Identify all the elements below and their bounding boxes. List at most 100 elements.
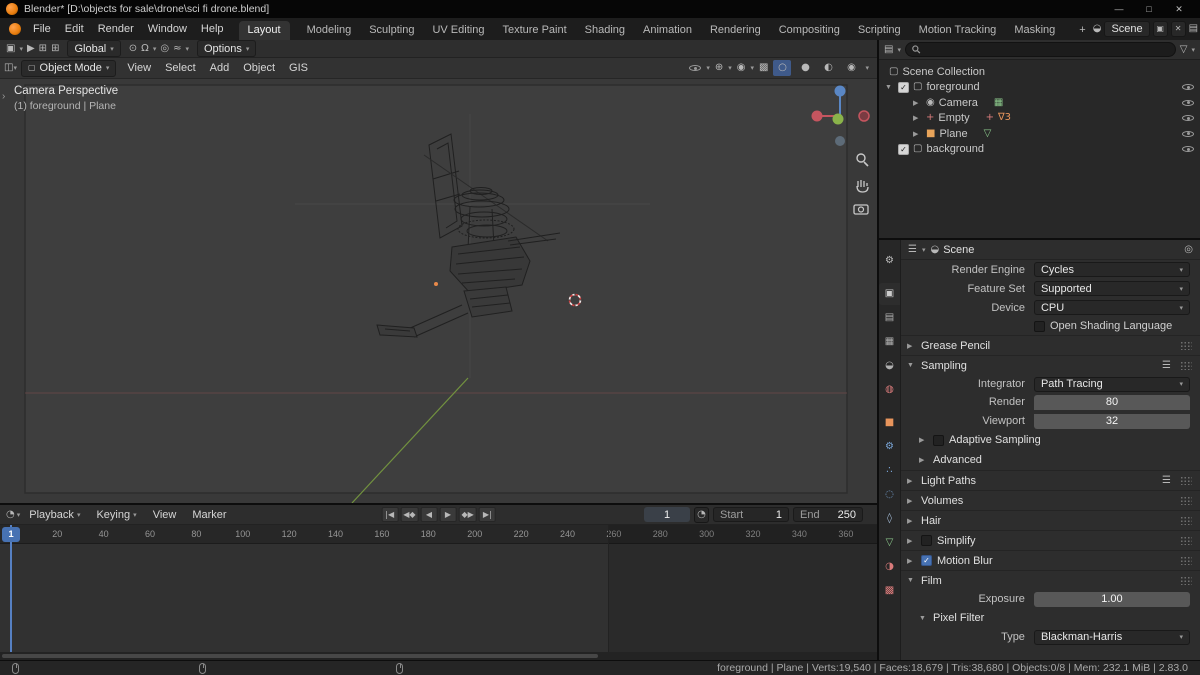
properties-tab[interactable]: ◍ <box>879 379 900 401</box>
minimize-button[interactable]: — <box>1104 1 1134 17</box>
viewport-3d[interactable]: › Camera Perspective (1) foreground | Pl… <box>0 79 877 503</box>
disclosure-triangle-icon[interactable]: ▶ <box>913 130 922 138</box>
marker-menu[interactable]: Marker <box>185 509 233 521</box>
outliner-row-scene-collection[interactable]: ▢ Scene Collection <box>879 64 1200 80</box>
timeline-scrollbar[interactable] <box>0 652 877 660</box>
panel-header-grease-pencil[interactable]: ▶ Grease Pencil <box>901 335 1200 355</box>
properties-tab[interactable]: ◊ <box>879 508 900 530</box>
frame-start-field[interactable]: Start 1 <box>713 507 789 522</box>
properties-tab[interactable]: ◑ <box>879 556 900 578</box>
hide-eye-icon[interactable] <box>1182 128 1194 139</box>
viewport-menu-item[interactable]: Add <box>203 62 237 74</box>
panel-drag-grip[interactable] <box>1180 516 1192 525</box>
pin-icon[interactable]: ◎ <box>1184 244 1193 255</box>
transform-pivot-icon[interactable]: ⊞ <box>39 43 47 54</box>
snap-target-icon[interactable]: ⊙ <box>129 43 137 54</box>
panel-drag-grip[interactable] <box>1180 576 1192 585</box>
xray-toggle-icon[interactable]: ▩ <box>759 63 768 73</box>
add-workspace-button[interactable]: + <box>1072 21 1092 40</box>
panel-header-advanced[interactable]: ▶ Advanced <box>901 450 1200 470</box>
workspace-tab[interactable]: Texture Paint <box>493 21 575 40</box>
workspace-tab[interactable]: Motion Tracking <box>910 21 1006 40</box>
options-dropdown[interactable]: Options ▾ <box>196 40 257 57</box>
auto-keying-stopwatch-icon[interactable]: ◔ <box>694 506 709 523</box>
collection-name[interactable]: background <box>926 143 984 155</box>
menu-item[interactable]: File <box>26 18 58 40</box>
panel-header-sampling[interactable]: ▼ Sampling ☰ <box>901 355 1200 375</box>
window-titlebar[interactable]: Blender* [D:\objects for sale\drone\sci … <box>0 0 1200 18</box>
outliner-row-foreground[interactable]: ▼ ✓ ▢ foreground <box>879 80 1200 96</box>
viewport-canvas[interactable] <box>0 79 877 503</box>
panel-header-light-paths[interactable]: ▶ Light Paths ☰ <box>901 470 1200 490</box>
timeline-scrub-area[interactable]: 20 40 60 80 100 120 140 160 180 200 220 … <box>0 525 877 660</box>
menu-item[interactable]: Edit <box>58 18 91 40</box>
axis-y-handle[interactable] <box>832 113 844 125</box>
collection-checkbox[interactable]: ✓ <box>898 81 909 93</box>
transform-grid-icon[interactable]: ⊞ <box>51 43 59 54</box>
new-scene-button[interactable]: ▣ <box>1152 21 1168 37</box>
disclosure-triangle-icon[interactable]: ▶ <box>913 99 922 107</box>
jump-to-end-button[interactable]: ▶| <box>478 507 496 522</box>
editor-type-icon[interactable]: ☰ <box>908 244 917 255</box>
panel-drag-grip[interactable] <box>1180 476 1192 485</box>
shading-wireframe-button[interactable]: ○ <box>773 60 792 76</box>
panel-drag-grip[interactable] <box>1180 556 1192 565</box>
panel-header-pixel-filter[interactable]: ▼ Pixel Filter <box>901 608 1200 628</box>
editor-type-icon[interactable]: ◔ <box>6 509 15 520</box>
properties-tab[interactable]: ▦ <box>879 331 900 353</box>
menu-item[interactable]: Render <box>91 18 141 40</box>
view-menu[interactable]: View <box>146 509 184 521</box>
object-name[interactable]: Plane <box>939 128 967 140</box>
current-frame-marker[interactable]: 1 <box>2 527 20 542</box>
collection-checkbox[interactable]: ✓ <box>898 143 909 155</box>
scrollbar-thumb[interactable] <box>2 654 599 658</box>
panel-header-film[interactable]: ▼ Film <box>901 570 1200 590</box>
menu-item[interactable]: Help <box>194 18 231 40</box>
properties-tab[interactable]: ■ <box>879 412 900 434</box>
playhead-line[interactable] <box>10 525 12 652</box>
outliner-row-empty[interactable]: ▶ + Empty + ∇3 <box>879 111 1200 127</box>
panel-drag-grip[interactable] <box>1180 536 1192 545</box>
workspace-tab[interactable]: Masking <box>1005 21 1064 40</box>
maximize-button[interactable]: □ <box>1134 1 1164 17</box>
orientation-dropdown[interactable]: Global ▾ <box>67 40 121 57</box>
object-name[interactable]: Camera <box>939 97 978 109</box>
motion-blur-checkbox[interactable]: ✓ <box>921 555 932 566</box>
workspace-tab[interactable]: Animation <box>634 21 701 40</box>
collection-name[interactable]: foreground <box>926 81 979 93</box>
properties-tab[interactable]: ▩ <box>879 580 900 602</box>
jump-to-next-keyframe-button[interactable]: ◆▶ <box>458 507 477 522</box>
frame-end-field[interactable]: End 250 <box>793 507 863 522</box>
panel-header-adaptive-sampling[interactable]: ▶ Adaptive Sampling <box>901 430 1200 450</box>
editor-type-icon[interactable]: ◫ <box>4 63 13 73</box>
panel-header-hair[interactable]: ▶ Hair <box>901 510 1200 530</box>
properties-tab[interactable]: ⚙ <box>879 250 900 272</box>
snap-magnet-icon[interactable]: Ω <box>141 43 149 54</box>
menu-item[interactable]: Window <box>141 18 194 40</box>
osl-checkbox[interactable] <box>1033 320 1045 332</box>
adaptive-sampling-checkbox[interactable] <box>933 434 944 446</box>
play-button[interactable]: ▶ <box>439 507 457 522</box>
simplify-checkbox[interactable] <box>921 535 932 546</box>
filter-icon[interactable]: ▽ <box>1180 44 1188 55</box>
device-dropdown[interactable]: CPU ▾ <box>1033 300 1190 315</box>
jump-to-start-button[interactable]: |◀ <box>381 507 399 522</box>
axis-z-negative-handle[interactable] <box>835 136 845 146</box>
viewport-menu-item[interactable]: Select <box>158 62 203 74</box>
hide-eye-icon[interactable] <box>1182 113 1194 124</box>
properties-tab[interactable]: ▣ <box>879 283 900 305</box>
toolbar-toggle-arrow[interactable]: › <box>2 91 5 102</box>
visibility-eye-icon[interactable] <box>689 63 702 74</box>
workspace-tab[interactable]: Compositing <box>770 21 849 40</box>
shading-solid-button[interactable]: ● <box>796 60 814 76</box>
object-name[interactable]: Empty <box>938 112 969 124</box>
play-reverse-button[interactable]: ◀ <box>420 507 438 522</box>
editor-type-icon[interactable]: ▤ <box>884 44 893 55</box>
active-tool-icon[interactable]: ▶ <box>27 43 35 54</box>
blender-menu-button[interactable] <box>4 18 26 40</box>
panel-drag-grip[interactable] <box>1180 341 1192 350</box>
properties-tab[interactable]: ◒ <box>879 355 900 377</box>
axis-x-negative-handle[interactable] <box>858 110 870 122</box>
properties-tab[interactable]: ▤ <box>879 307 900 329</box>
pixel-filter-type-dropdown[interactable]: Blackman-Harris ▾ <box>1033 629 1190 645</box>
